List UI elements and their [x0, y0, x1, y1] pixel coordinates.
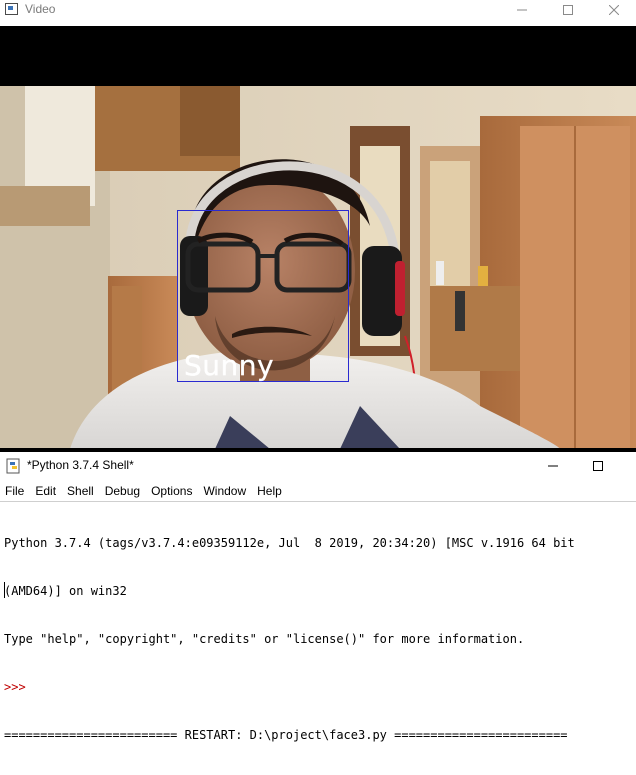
maximize-button[interactable]: [545, 0, 591, 20]
shell-prompt: >>>: [4, 680, 26, 694]
minimize-icon: [548, 465, 558, 467]
python-icon: [6, 458, 20, 474]
menu-debug[interactable]: Debug: [100, 482, 146, 500]
video-titlebar[interactable]: Video: [0, 0, 636, 20]
shell-output[interactable]: Python 3.7.4 (tags/v3.7.4:e09359112e, Ju…: [4, 503, 636, 775]
webcam-frame: Sunny: [0, 86, 636, 449]
shell-maximize-button[interactable]: [575, 456, 621, 476]
close-icon: [609, 5, 619, 15]
python-shell-window: *Python 3.7.4 Shell* File Edit Shell Deb…: [0, 452, 636, 761]
maximize-icon: [593, 461, 603, 471]
face-detection-label: Sunny: [184, 349, 275, 382]
shell-output-line: (AMD64)] on win32: [4, 584, 127, 598]
window-app-icon: [5, 3, 18, 15]
minimize-icon: [517, 9, 527, 11]
menu-file[interactable]: File: [0, 482, 30, 500]
shell-restart-line: ======================== RESTART: D:\pro…: [4, 728, 568, 742]
video-window: Video Sunny: [0, 0, 636, 452]
shell-menubar: File Edit Shell Debug Options Window Hel…: [0, 482, 636, 500]
video-window-title: Video: [25, 2, 56, 16]
shell-titlebar[interactable]: *Python 3.7.4 Shell*: [0, 452, 636, 480]
shell-minimize-button[interactable]: [530, 456, 576, 476]
menu-shell[interactable]: Shell: [62, 482, 100, 500]
shell-output-line: Python 3.7.4 (tags/v3.7.4:e09359112e, Ju…: [4, 536, 575, 550]
close-button[interactable]: [591, 0, 636, 20]
text-cursor: [4, 582, 5, 598]
menu-options[interactable]: Options: [146, 482, 198, 500]
video-letterbox-top: [0, 26, 636, 86]
menu-edit[interactable]: Edit: [30, 482, 62, 500]
maximize-icon: [563, 5, 573, 15]
menu-window[interactable]: Window: [198, 482, 252, 500]
menu-help[interactable]: Help: [252, 482, 288, 500]
shell-window-title: *Python 3.7.4 Shell*: [27, 458, 134, 472]
shell-output-line: Type "help", "copyright", "credits" or "…: [4, 632, 525, 646]
minimize-button[interactable]: [499, 0, 545, 20]
menu-separator: [0, 501, 636, 502]
